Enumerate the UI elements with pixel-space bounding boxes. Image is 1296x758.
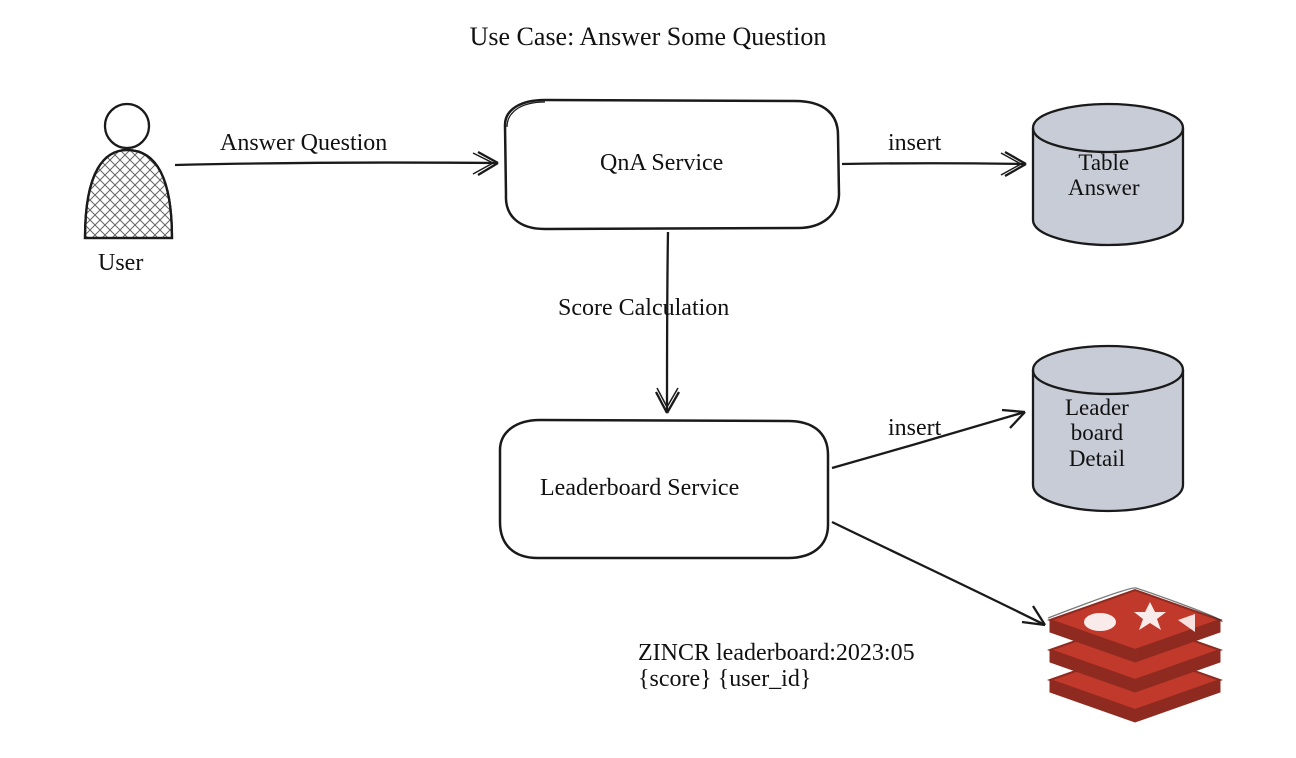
redis-icon	[1048, 588, 1222, 722]
edge-insert-answer-label: insert	[888, 130, 941, 156]
edge-insert-leaderboard-label: insert	[888, 415, 941, 441]
table-answer-label: Table Answer	[1068, 150, 1140, 201]
edge-answer-question-label: Answer Question	[220, 130, 387, 156]
user-label: User	[98, 250, 143, 276]
leaderboard-service-label: Leaderboard Service	[540, 475, 739, 501]
diagram-title: Use Case: Answer Some Question	[0, 22, 1296, 52]
arrow-score-calculation	[656, 232, 679, 413]
user-actor-icon	[85, 104, 172, 238]
arrow-to-redis	[832, 522, 1045, 625]
redis-command-text: ZINCR leaderboard:2023:05 {score} {user_…	[638, 640, 915, 693]
leaderboard-detail-label: Leader board Detail	[1065, 395, 1129, 471]
edge-score-calculation-label: Score Calculation	[558, 295, 729, 321]
qna-service-label: QnA Service	[600, 150, 723, 176]
